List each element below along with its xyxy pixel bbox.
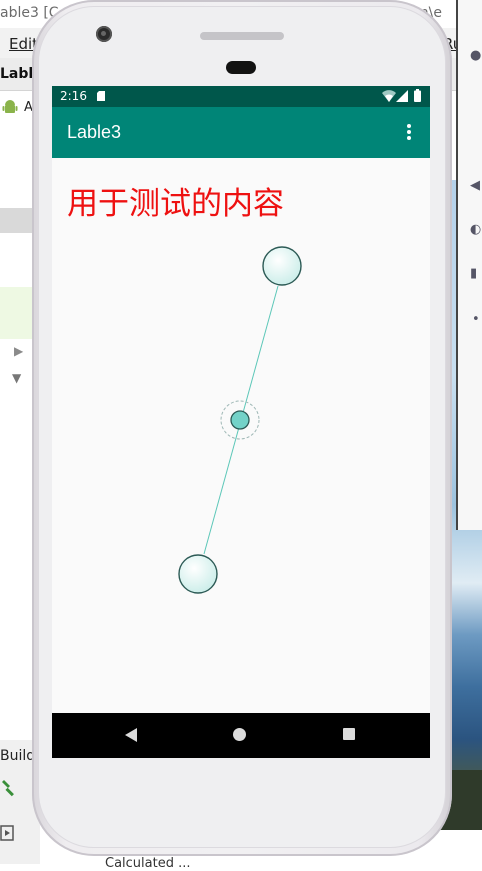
drawing-canvas[interactable] [52,86,430,758]
ide-right-panel [458,0,482,530]
panel-icon[interactable]: • [472,312,480,327]
back-icon[interactable] [123,727,139,743]
ide-selected-row[interactable] [0,208,33,233]
device-screen: 2:16 Lable3 用于测试的内容 [52,86,430,758]
home-icon[interactable] [233,728,246,741]
panel-icon[interactable]: ● [470,48,481,63]
ide-project-panel [0,91,33,751]
bottom-handle[interactable] [178,554,218,594]
earpiece-speaker [226,61,256,74]
camera-lens [101,31,106,36]
build-tab[interactable]: Build [0,748,35,764]
panel-icon[interactable]: ◐ [470,222,481,237]
ide-right-border [456,0,458,530]
collapse-arrow-icon[interactable]: ▼ [12,371,21,385]
recents-icon[interactable] [343,728,355,740]
hammer-icon[interactable] [0,778,16,798]
navigation-bar [52,713,430,758]
panel-icon[interactable]: ◀ [470,178,480,193]
top-handle[interactable] [262,246,302,286]
proximity-sensor [200,32,284,40]
panel-icon[interactable]: ▮ [470,266,477,281]
run-panel-icon[interactable] [0,824,14,842]
ide-highlight-row [0,287,33,339]
expand-arrow-icon[interactable]: ▶ [14,344,23,358]
android-icon [2,100,18,113]
center-handle[interactable] [230,410,250,430]
